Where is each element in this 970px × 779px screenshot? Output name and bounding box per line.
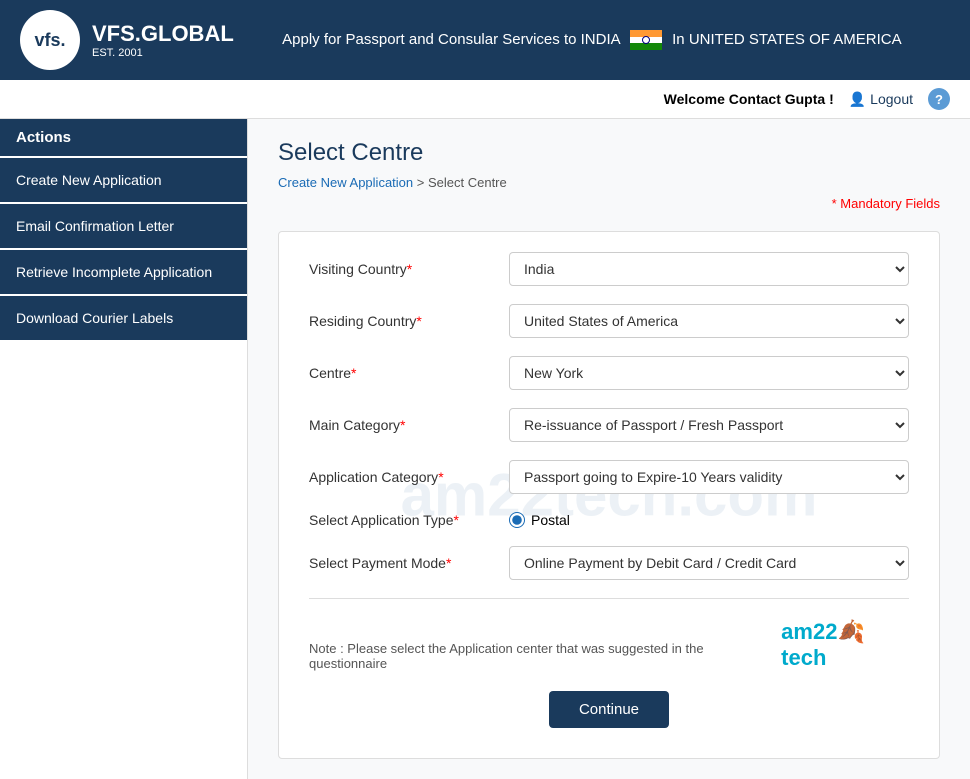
mandatory-asterisk: * [832, 196, 837, 211]
form-divider [309, 598, 909, 599]
logo-area: vfs. VFS.GLOBAL EST. 2001 [20, 10, 234, 70]
sidebar-item-retrieve-incomplete[interactable]: Retrieve Incomplete Application [0, 250, 247, 294]
residing-country-label: Residing Country* [309, 313, 509, 329]
payment-mode-row: Select Payment Mode* Online Payment by D… [309, 546, 909, 580]
sidebar-item-create-new-label: Create New Application [16, 172, 162, 188]
sidebar-item-create-new[interactable]: Create New Application [0, 158, 247, 202]
tagline-text: Apply for Passport and Consular Services… [282, 31, 620, 48]
main-category-control: Re-issuance of Passport / Fresh Passport [509, 408, 909, 442]
postal-radio[interactable] [509, 512, 525, 528]
app-type-row: Select Application Type* Postal [309, 512, 909, 528]
sidebar: Actions Create New Application Email Con… [0, 119, 248, 779]
mandatory-note: * Mandatory Fields [278, 196, 940, 211]
mandatory-label: Mandatory Fields [840, 196, 940, 211]
app-category-row: Application Category* Passport going to … [309, 460, 909, 494]
welcome-text: Welcome Contact Gupta ! [664, 91, 834, 107]
header: vfs. VFS.GLOBAL EST. 2001 Apply for Pass… [0, 0, 970, 80]
sidebar-item-email-label: Email Confirmation Letter [16, 218, 174, 234]
page-title: Select Centre [278, 139, 940, 167]
visiting-country-req: * [407, 261, 412, 277]
sidebar-item-download-label: Download Courier Labels [16, 310, 173, 326]
residing-country-row: Residing Country* United States of Ameri… [309, 304, 909, 338]
logo-text: vfs. [34, 30, 65, 51]
logo-circle: vfs. [20, 10, 80, 70]
visiting-country-select[interactable]: India [509, 252, 909, 286]
payment-mode-label: Select Payment Mode* [309, 555, 509, 571]
note-text: Note : Please select the Application cen… [309, 641, 781, 671]
breadcrumb-separator: > [417, 175, 428, 190]
sidebar-item-download-courier[interactable]: Download Courier Labels [0, 296, 247, 340]
main-category-row: Main Category* Re-issuance of Passport /… [309, 408, 909, 442]
postal-radio-text: Postal [531, 512, 570, 528]
breadcrumb-link-1[interactable]: Create New Application [278, 175, 413, 190]
centre-label: Centre* [309, 365, 509, 381]
logout-button[interactable]: 👤 Logout [849, 91, 913, 108]
breadcrumb: Create New Application > Select Centre [278, 175, 940, 190]
centre-control: New York [509, 356, 909, 390]
visiting-country-control: India [509, 252, 909, 286]
country-text: In UNITED STATES OF AMERICA [672, 31, 901, 48]
app-type-control: Postal [509, 512, 909, 528]
brand-name: VFS.GLOBAL [92, 21, 234, 47]
app-type-label: Select Application Type* [309, 512, 509, 528]
logout-label: Logout [870, 91, 913, 107]
app-category-control: Passport going to Expire-10 Years validi… [509, 460, 909, 494]
residing-country-control: United States of America [509, 304, 909, 338]
sidebar-item-email-confirmation[interactable]: Email Confirmation Letter [0, 204, 247, 248]
residing-country-select[interactable]: United States of America [509, 304, 909, 338]
help-icon: ? [935, 92, 943, 107]
main-category-label: Main Category* [309, 417, 509, 433]
sidebar-header: Actions [0, 119, 247, 156]
breadcrumb-current: Select Centre [428, 175, 507, 190]
logout-icon: 👤 [849, 91, 866, 108]
app-category-select[interactable]: Passport going to Expire-10 Years validi… [509, 460, 909, 494]
header-tagline: Apply for Passport and Consular Services… [234, 30, 950, 50]
topbar: Welcome Contact Gupta ! 👤 Logout ? [0, 80, 970, 119]
india-flag [630, 30, 662, 50]
help-button[interactable]: ? [928, 88, 950, 110]
main-category-select[interactable]: Re-issuance of Passport / Fresh Passport [509, 408, 909, 442]
form-section: am22tech.com Visiting Country* India Res… [278, 231, 940, 759]
centre-row: Centre* New York [309, 356, 909, 390]
sidebar-item-retrieve-label: Retrieve Incomplete Application [16, 264, 212, 280]
postal-radio-label[interactable]: Postal [509, 512, 909, 528]
payment-mode-select[interactable]: Online Payment by Debit Card / Credit Ca… [509, 546, 909, 580]
main-content: Select Centre Create New Application > S… [248, 119, 970, 779]
layout: Actions Create New Application Email Con… [0, 119, 970, 779]
logo-text-block: VFS.GLOBAL EST. 2001 [92, 21, 234, 59]
am22-logo: am22🍂tech [781, 619, 909, 671]
est-text: EST. 2001 [92, 47, 234, 59]
visiting-country-row: Visiting Country* India [309, 252, 909, 286]
visiting-country-label: Visiting Country* [309, 261, 509, 277]
continue-button[interactable]: Continue [549, 691, 669, 728]
am22-leaf-icon: 🍂 [837, 619, 864, 644]
centre-select[interactable]: New York [509, 356, 909, 390]
app-category-label: Application Category* [309, 469, 509, 485]
note-section: Note : Please select the Application cen… [309, 619, 909, 671]
payment-mode-control: Online Payment by Debit Card / Credit Ca… [509, 546, 909, 580]
